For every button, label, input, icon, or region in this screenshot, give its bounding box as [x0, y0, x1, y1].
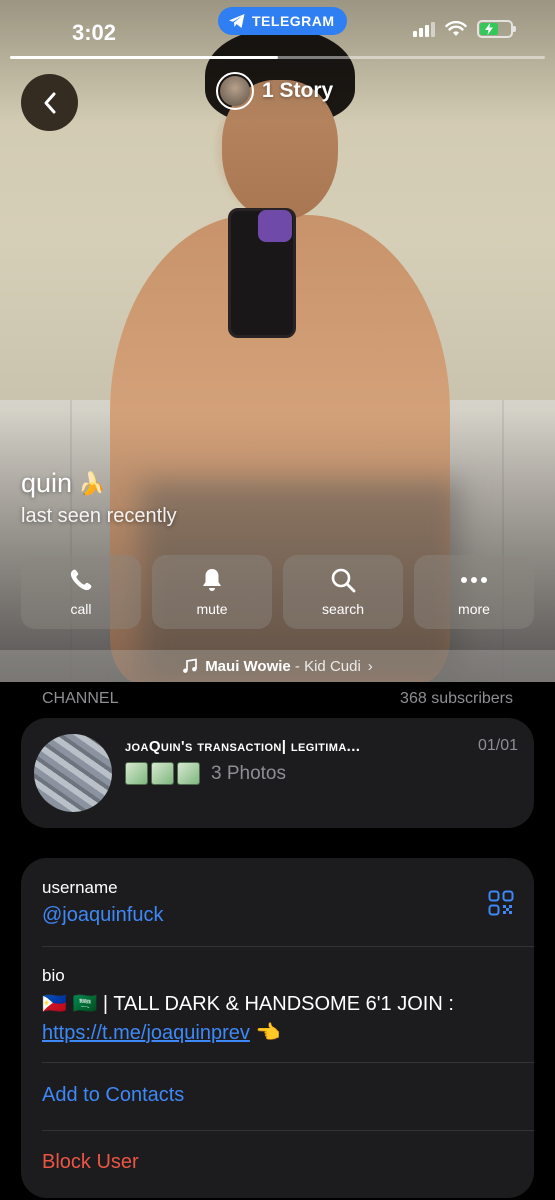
back-button[interactable]: [21, 74, 78, 131]
more-icon: [461, 577, 487, 583]
divider: [42, 1062, 534, 1063]
story-chip[interactable]: 1 Story: [216, 72, 333, 110]
search-label: search: [321, 601, 365, 617]
music-title: Maui Wowie: [205, 657, 291, 675]
bio-emoji: 👈: [255, 1022, 281, 1044]
channel-counter: 01/01: [477, 737, 518, 754]
action-buttons: call mute search more: [21, 555, 534, 629]
username-row[interactable]: username @joaquinfuck: [42, 878, 513, 927]
qr-code-icon[interactable]: [488, 890, 514, 916]
telegram-pill-label: TELEGRAM: [252, 13, 335, 29]
more-button[interactable]: more: [414, 555, 534, 629]
channel-card[interactable]: joaQuin's transaction| legitima... 01/01…: [21, 718, 534, 828]
info-card: username @joaquinfuck bio 🇵🇭 🇸🇦 | TALL D…: [21, 858, 534, 1198]
username-label: username: [42, 878, 118, 897]
bio-label: bio: [42, 966, 65, 985]
bio-row: bio 🇵🇭 🇸🇦 | TALL DARK & HANDSOME 6'1 JOI…: [42, 966, 513, 1048]
channel-section-label: CHANNEL: [42, 690, 119, 707]
block-user-button[interactable]: Block User: [42, 1151, 513, 1174]
photo-thumbnail: [125, 762, 148, 785]
wifi-icon: [445, 21, 467, 36]
signal-icon: [413, 21, 435, 37]
username-value[interactable]: @joaquinfuck: [42, 904, 513, 927]
bio-text: 🇵🇭 🇸🇦 | TALL DARK & HANDSOME 6'1 JOIN : …: [42, 990, 513, 1048]
profile-music-bar[interactable]: Maui Wowie - Kid Cudi ›: [0, 650, 555, 682]
bio-body: | TALL DARK & HANDSOME 6'1 JOIN :: [97, 993, 454, 1015]
channel-subscribers: 368 subscribers: [400, 690, 513, 707]
music-separator: -: [290, 657, 305, 675]
story-progress-bar: [10, 56, 545, 59]
call-label: call: [70, 601, 92, 617]
music-artist: Kid Cudi: [304, 657, 361, 675]
telegram-pill[interactable]: TELEGRAM: [218, 7, 347, 35]
channel-title: joaQuin's transaction| legitima...: [125, 738, 361, 755]
story-avatar: [216, 72, 254, 110]
chevron-right-icon: ›: [367, 657, 373, 675]
search-button[interactable]: search: [283, 555, 403, 629]
channel-section-header: CHANNEL 368 subscribers: [42, 690, 513, 708]
divider: [42, 1130, 534, 1131]
search-icon: [331, 568, 356, 593]
mute-label: mute: [196, 601, 228, 617]
photo-thumbnail: [177, 762, 200, 785]
charging-bolt-icon: [485, 23, 493, 35]
status-icons: [413, 20, 516, 38]
bio-flags: 🇵🇭 🇸🇦: [42, 993, 98, 1015]
profile-name-row: quin 🍌: [21, 468, 105, 499]
call-button[interactable]: call: [21, 555, 141, 629]
story-label: 1 Story: [262, 79, 334, 102]
channel-photos-label: 3 Photos: [211, 762, 286, 784]
name-emoji: 🍌: [78, 470, 106, 496]
add-to-contacts-button[interactable]: Add to Contacts: [42, 1084, 513, 1107]
channel-preview: 3 Photos: [125, 762, 286, 785]
telegram-icon: [229, 14, 245, 28]
story-progress-fill: [10, 56, 278, 59]
mute-button[interactable]: mute: [152, 555, 272, 629]
channel-avatar: [34, 734, 112, 812]
music-note-icon: [183, 658, 198, 673]
photo-thumbnail: [151, 762, 174, 785]
profile-name: quin: [21, 468, 73, 498]
phone-icon: [70, 569, 92, 591]
chevron-left-icon: [44, 92, 55, 113]
divider: [42, 946, 534, 947]
status-time: 3:02: [72, 20, 117, 45]
battery-icon: [477, 20, 516, 38]
bio-link[interactable]: https://t.me/joaquinprev: [42, 1022, 250, 1044]
more-label: more: [458, 601, 490, 617]
bell-icon: [203, 569, 221, 591]
profile-status: last seen recently: [21, 505, 177, 527]
